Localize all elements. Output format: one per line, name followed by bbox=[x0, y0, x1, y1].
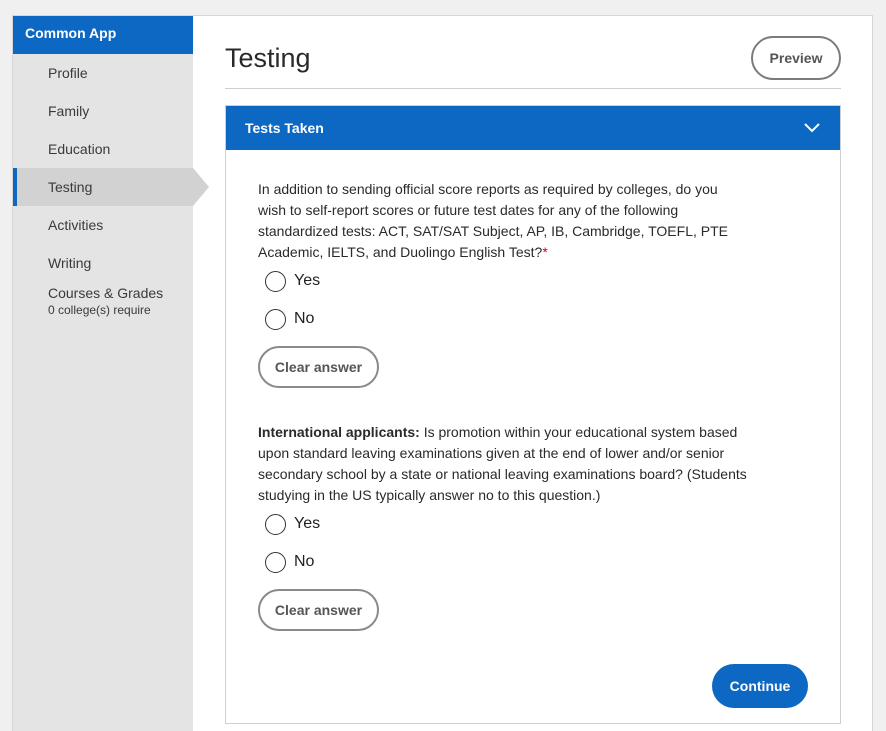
required-mark: * bbox=[542, 244, 548, 260]
radio-button[interactable] bbox=[265, 308, 286, 330]
question-international: International applicants: Is promotion w… bbox=[258, 422, 748, 506]
page-title: Testing bbox=[225, 43, 311, 73]
continue-button[interactable]: Continue bbox=[712, 664, 808, 708]
radio-q2-yes[interactable]: Yes bbox=[265, 512, 320, 536]
sidebar-item-label: Testing bbox=[48, 179, 93, 195]
clear-answer-button-q1[interactable]: Clear answer bbox=[258, 346, 379, 388]
section-header[interactable]: Tests Taken bbox=[226, 106, 840, 150]
radio-button[interactable] bbox=[265, 270, 286, 292]
sidebar-item-testing[interactable]: Testing bbox=[13, 168, 209, 206]
sidebar-item-profile[interactable]: Profile bbox=[13, 54, 193, 92]
sidebar-item-education[interactable]: Education bbox=[13, 130, 193, 168]
question-bold-prefix: International applicants: bbox=[258, 424, 420, 440]
sidebar-item-label: Activities bbox=[48, 217, 104, 233]
section-title: Tests Taken bbox=[245, 120, 324, 136]
sidebar-header: Common App bbox=[13, 16, 193, 54]
radio-q1-no[interactable]: No bbox=[265, 307, 314, 331]
clear-answer-button-q2[interactable]: Clear answer bbox=[258, 589, 379, 631]
sidebar-item-courses-grades[interactable]: Courses & Grades 0 college(s) require bbox=[13, 282, 193, 323]
radio-label: Yes bbox=[294, 515, 321, 532]
radio-label: No bbox=[294, 553, 315, 570]
sidebar-item-activities[interactable]: Activities bbox=[13, 206, 193, 244]
sidebar-item-label: Courses & Grades bbox=[48, 285, 164, 301]
sidebar-item-label: Writing bbox=[48, 255, 92, 271]
question-text: In addition to sending official score re… bbox=[258, 181, 728, 260]
sidebar-item-sublabel: 0 college(s) require bbox=[48, 303, 151, 317]
chevron-down-icon[interactable] bbox=[802, 118, 822, 138]
radio-q2-no[interactable]: No bbox=[265, 550, 314, 574]
sidebar-item-label: Profile bbox=[48, 65, 88, 81]
sidebar-item-writing[interactable]: Writing bbox=[13, 244, 193, 282]
preview-button[interactable]: Preview bbox=[751, 36, 841, 80]
sidebar-item-family[interactable]: Family bbox=[13, 92, 193, 130]
radio-button[interactable] bbox=[265, 513, 286, 535]
question-self-report: In addition to sending official score re… bbox=[258, 179, 748, 263]
divider bbox=[225, 88, 841, 89]
radio-button[interactable] bbox=[265, 551, 286, 573]
tests-taken-section: Tests Taken In addition to sending offic… bbox=[225, 105, 841, 724]
sidebar: Common App Profile Family Education Test… bbox=[13, 16, 209, 731]
app-frame: Common App Profile Family Education Test… bbox=[12, 15, 873, 731]
sidebar-item-label: Family bbox=[48, 103, 90, 119]
radio-label: No bbox=[294, 310, 315, 327]
sidebar-item-label: Education bbox=[48, 141, 111, 157]
radio-label: Yes bbox=[294, 272, 321, 289]
radio-q1-yes[interactable]: Yes bbox=[265, 269, 320, 293]
